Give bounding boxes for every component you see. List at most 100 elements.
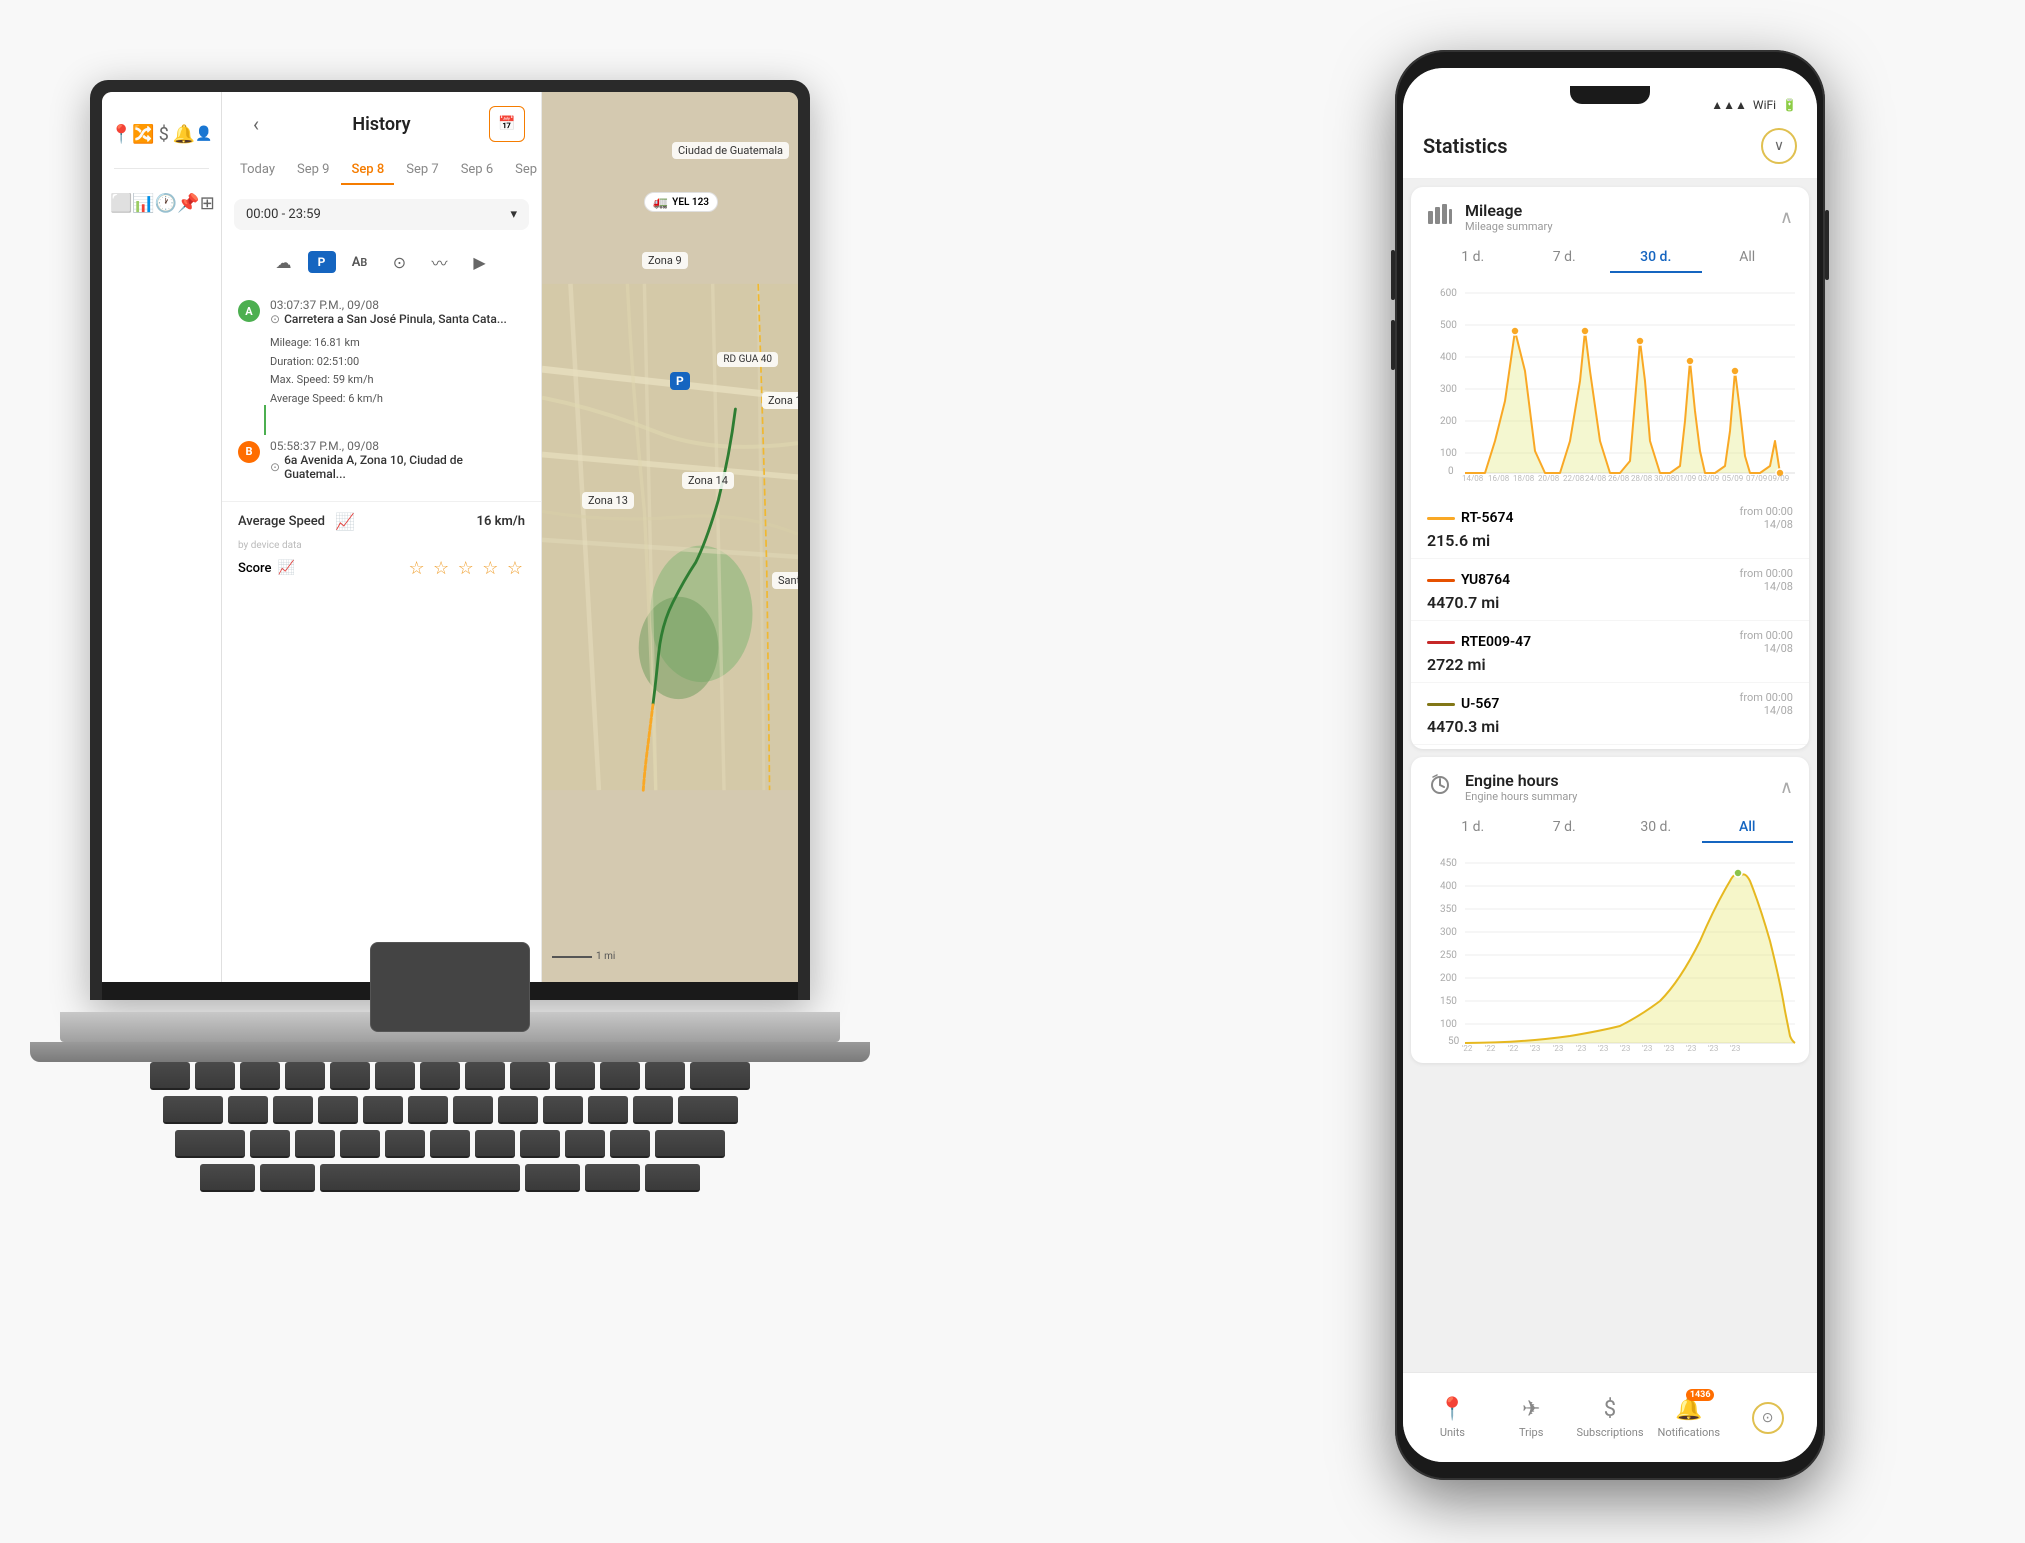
time-filter[interactable]: 00:00 - 23:59 ▾ (234, 199, 529, 230)
map-label-zona15: Zona 15 (762, 392, 798, 409)
chevron-down-button[interactable]: ∨ (1761, 128, 1797, 164)
vehicle-dot-rt5674 (1427, 517, 1455, 520)
period-30d[interactable]: 30 d. (1610, 243, 1702, 273)
filter-sun[interactable]: ⊙ (384, 246, 416, 278)
sidebar-icon-location[interactable]: 📍 (110, 116, 132, 152)
engine-period-all[interactable]: All (1702, 813, 1794, 843)
map-label-ciudad: Ciudad de Guatemala (672, 142, 789, 159)
key[interactable] (678, 1096, 738, 1124)
key[interactable] (163, 1096, 223, 1124)
key[interactable] (273, 1096, 313, 1124)
filter-chart[interactable]: 〰 (424, 246, 456, 278)
key[interactable] (565, 1130, 605, 1158)
status-icons: ▲▲▲ WiFi 🔋 (1711, 98, 1797, 112)
vehicle-mileage-yu8764: 4470.7 mi (1427, 593, 1793, 612)
key[interactable] (430, 1130, 470, 1158)
sidebar-icon-billing[interactable]: $ (155, 116, 173, 152)
tab-sep6[interactable]: Sep 6 (451, 156, 503, 185)
sidebar-icon-pin[interactable]: 📌 (177, 185, 199, 221)
nav-subscriptions[interactable]: $ Subscriptions (1571, 1397, 1650, 1439)
filter-play[interactable]: ▶ (464, 246, 496, 278)
scene: 📍 🔀 $ 🔔 👤 ⬜ 📊 🕐 📌 ⊞ (0, 0, 2025, 1543)
key[interactable] (585, 1164, 640, 1192)
key[interactable] (375, 1062, 415, 1090)
key[interactable] (175, 1130, 245, 1158)
key[interactable] (240, 1062, 280, 1090)
key[interactable] (295, 1130, 335, 1158)
key[interactable] (498, 1096, 538, 1124)
engine-period-30d[interactable]: 30 d. (1610, 813, 1702, 843)
mileage-collapse-button[interactable]: ∧ (1780, 207, 1793, 228)
key[interactable] (363, 1096, 403, 1124)
key[interactable] (408, 1096, 448, 1124)
key[interactable] (385, 1130, 425, 1158)
key[interactable] (520, 1130, 560, 1158)
tab-sep9[interactable]: Sep 9 (287, 156, 339, 185)
sidebar-icon-routes[interactable]: 🔀 (132, 116, 154, 152)
key[interactable] (318, 1096, 358, 1124)
tab-sep5[interactable]: Sep 5 (505, 156, 541, 185)
calendar-icon[interactable]: 📅 (489, 106, 525, 142)
key[interactable] (200, 1164, 255, 1192)
key[interactable] (510, 1062, 550, 1090)
key[interactable] (690, 1062, 750, 1090)
sidebar-icon-history[interactable]: 🕐 (155, 185, 177, 221)
key[interactable] (285, 1062, 325, 1090)
signal-icon: ▲▲▲ (1711, 98, 1747, 112)
spacebar[interactable] (320, 1164, 520, 1192)
nav-notifications[interactable]: 🔔 1436 Notifications (1649, 1397, 1728, 1439)
key[interactable] (453, 1096, 493, 1124)
nav-scroll-up[interactable]: ⊙ (1728, 1402, 1807, 1434)
touchpad[interactable] (370, 942, 530, 1032)
key[interactable] (525, 1164, 580, 1192)
key[interactable] (250, 1130, 290, 1158)
tab-today[interactable]: Today (230, 156, 285, 185)
svg-text:100: 100 (1440, 1019, 1457, 1030)
score-label: Score (238, 561, 271, 576)
period-all[interactable]: All (1702, 243, 1794, 273)
mileage-card: Mileage Mileage summary ∧ 1 d. 7 d. 30 d… (1411, 187, 1809, 749)
key[interactable] (633, 1096, 673, 1124)
sidebar-icon-box[interactable]: ⬜ (110, 185, 132, 221)
filter-ab[interactable]: AB (344, 246, 376, 278)
key[interactable] (645, 1062, 685, 1090)
key[interactable] (610, 1130, 650, 1158)
nav-units[interactable]: 📍 Units (1413, 1397, 1492, 1439)
key[interactable] (588, 1096, 628, 1124)
stat-avgspeed: Average Speed: 6 km/h (270, 390, 525, 409)
key[interactable] (260, 1164, 315, 1192)
key[interactable] (150, 1062, 190, 1090)
tab-sep7[interactable]: Sep 7 (396, 156, 448, 185)
filter-parking[interactable]: P (308, 251, 336, 273)
sidebar-icon-stats[interactable]: 📊 (132, 185, 154, 221)
phone-content[interactable]: Mileage Mileage summary ∧ 1 d. 7 d. 30 d… (1403, 179, 1817, 1413)
power-button[interactable] (1825, 210, 1829, 280)
key[interactable] (475, 1130, 515, 1158)
key[interactable] (543, 1096, 583, 1124)
sidebar-icon-grid[interactable]: ⊞ (200, 185, 215, 221)
key[interactable] (228, 1096, 268, 1124)
key[interactable] (420, 1062, 460, 1090)
key[interactable] (655, 1130, 725, 1158)
sidebar-icon-alerts[interactable]: 🔔 (173, 116, 195, 152)
engine-period-1d[interactable]: 1 d. (1427, 813, 1519, 843)
key[interactable] (330, 1062, 370, 1090)
period-1d[interactable]: 1 d. (1427, 243, 1519, 273)
key[interactable] (600, 1062, 640, 1090)
key[interactable] (195, 1062, 235, 1090)
key[interactable] (465, 1062, 505, 1090)
engine-hours-collapse-button[interactable]: ∧ (1780, 777, 1793, 798)
tab-sep8[interactable]: Sep 8 (341, 156, 394, 185)
period-7d[interactable]: 7 d. (1519, 243, 1611, 273)
key[interactable] (555, 1062, 595, 1090)
nav-trips[interactable]: ✈ Trips (1492, 1397, 1571, 1439)
sidebar-icon-user[interactable]: 👤 (195, 116, 213, 152)
back-button[interactable]: ‹ (238, 106, 274, 142)
svg-text:350: 350 (1440, 904, 1457, 915)
phone-screen: ▲▲▲ WiFi 🔋 Statistics ∨ (1403, 68, 1817, 1462)
key[interactable] (645, 1164, 700, 1192)
engine-period-7d[interactable]: 7 d. (1519, 813, 1611, 843)
filter-cloud[interactable]: ☁ (268, 246, 300, 278)
vehicle-list: RT-5674 from 00:00 14/08 215.6 mi (1411, 493, 1809, 749)
key[interactable] (340, 1130, 380, 1158)
